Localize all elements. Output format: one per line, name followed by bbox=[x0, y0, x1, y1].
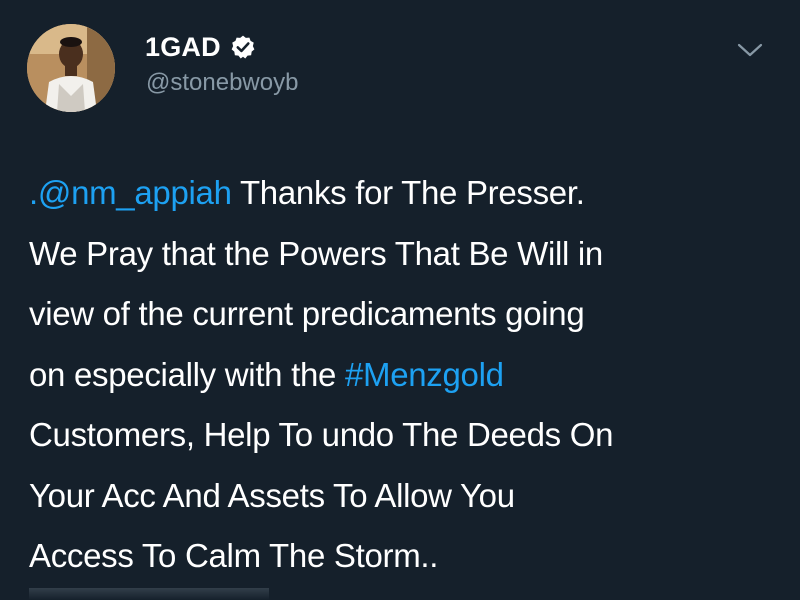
tweet-text-segment: Access To Calm The Storm.. bbox=[29, 537, 439, 574]
tweet-text-line: Your Acc And Assets To Allow You bbox=[29, 466, 789, 527]
hashtag-link[interactable]: #Menzgold bbox=[345, 356, 504, 393]
tweet-text-line: view of the current predicaments going bbox=[29, 284, 789, 345]
avatar-photo bbox=[27, 24, 115, 112]
tweet-text-segment: view of the current predicaments going bbox=[29, 295, 585, 332]
tweet-text-line: on especially with the #Menzgold bbox=[29, 345, 789, 406]
tweet-text-segment: We Pray that the Powers That Be Will in bbox=[29, 234, 603, 272]
tweet-text-line: Customers, Help To undo The Deeds On bbox=[29, 405, 789, 466]
tweet-text: .@nm_appiah Thanks for The Presser. We Pr… bbox=[29, 163, 789, 587]
tweet-text-segment: Customers, Help To undo The Deeds On bbox=[29, 416, 614, 453]
tweet-card: 1GAD @stonebwoyb .@nm_appiah Thanks for … bbox=[0, 0, 800, 600]
tweet-text-segment: Thanks for The Presser. bbox=[231, 174, 585, 211]
display-name[interactable]: 1GAD bbox=[145, 32, 221, 63]
verified-badge-icon bbox=[231, 35, 255, 59]
tweet-text-line: We Pray that the Powers That Be Will in bbox=[29, 224, 789, 285]
avatar[interactable] bbox=[27, 24, 115, 112]
cropped-timestamp-row bbox=[29, 588, 269, 600]
author-name-row[interactable]: 1GAD bbox=[145, 30, 256, 64]
tweet-text-segment: on especially with the bbox=[29, 355, 345, 393]
user-handle[interactable]: @stonebwoyb bbox=[146, 69, 298, 97]
tweet-text-line: .@nm_appiah Thanks for The Presser. bbox=[29, 163, 789, 224]
tweet-text-line: Access To Calm The Storm.. bbox=[29, 526, 789, 587]
tweet-text-segment: Your Acc And Assets To Allow You bbox=[29, 476, 515, 514]
chevron-down-icon[interactable] bbox=[734, 36, 766, 64]
mention-link[interactable]: .@nm_appiah bbox=[29, 174, 232, 211]
